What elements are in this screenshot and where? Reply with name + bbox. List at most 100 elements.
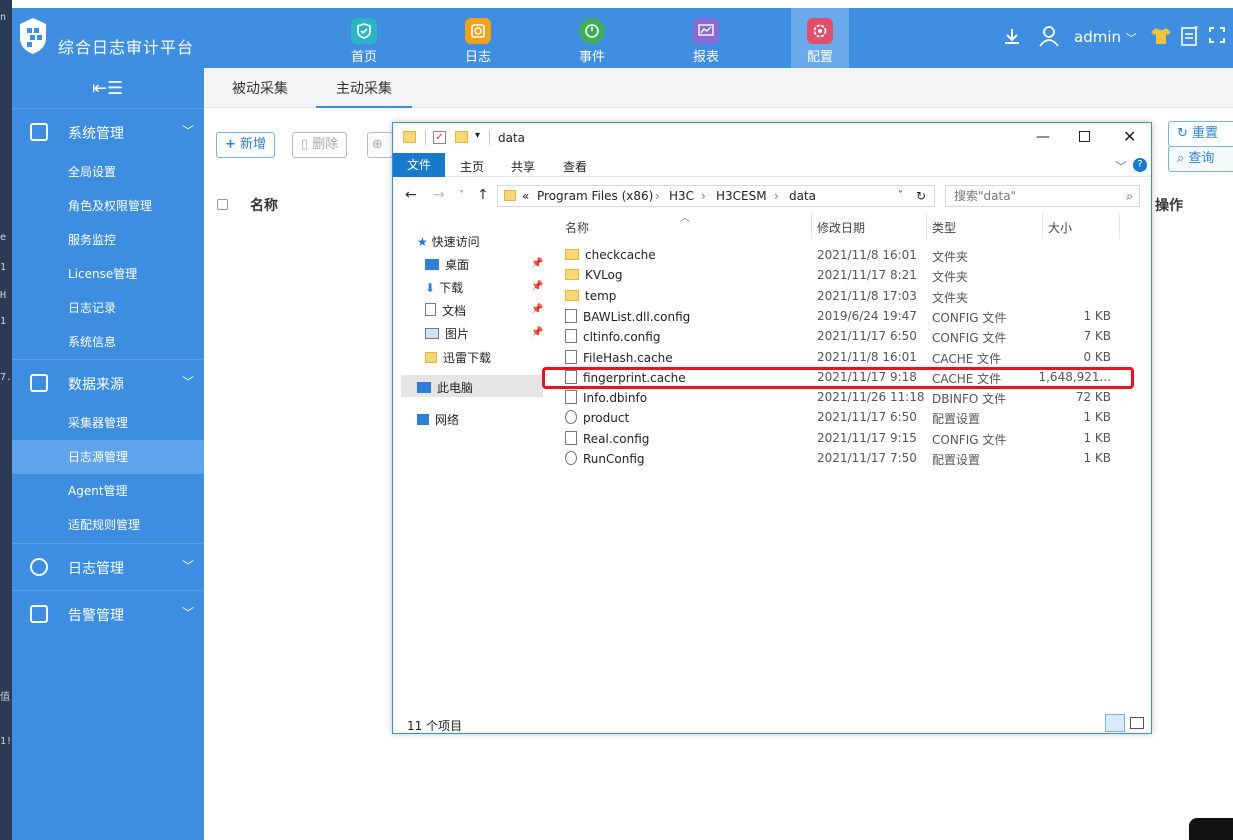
tree-pictures[interactable]: 图片	[425, 325, 469, 342]
address-bar[interactable]: « Program Files (x86) › H3C › H3CESM › d…	[497, 185, 935, 207]
tree-desktop[interactable]: 桌面	[425, 256, 469, 273]
breadcrumb-h3c[interactable]: H3C	[669, 186, 694, 206]
details-view-icon[interactable]	[1105, 714, 1125, 732]
nav-report[interactable]: 报表	[677, 8, 735, 68]
file-row[interactable]: product 2021/11/17 6:50 配置设置 1 KB	[563, 407, 1133, 427]
nav-config[interactable]: 配置	[791, 8, 849, 68]
file-row[interactable]: FileHash.cache 2021/11/8 16:01 CACHE 文件 0 K…	[563, 347, 1133, 367]
file-date: 2021/11/17 8:21	[817, 268, 917, 283]
help-document-icon[interactable]: ?	[1180, 24, 1200, 48]
file-row[interactable]: BAWList.dll.config 2019/6/24 19:47 CONFIG …	[563, 306, 1133, 326]
theme-shirt-icon[interactable]	[1150, 26, 1172, 46]
upload-button[interactable]: ⊕	[367, 132, 393, 158]
recent-locations-icon[interactable]: ˅	[459, 190, 464, 201]
menu-collapse-icon[interactable]: ⇤☰	[92, 78, 123, 99]
tree-network[interactable]: 网络	[417, 411, 459, 428]
file-name: BAWList.dll.config	[583, 309, 691, 324]
breadcrumb-data[interactable]: data	[789, 186, 816, 206]
sidebar-item-adapter-rules[interactable]: 适配规则管理	[12, 508, 204, 542]
breadcrumb-overflow[interactable]: «	[522, 186, 529, 206]
customize-toolbar-icon[interactable]: ▾	[475, 130, 480, 141]
file-size: 1 KB	[1083, 451, 1111, 465]
column-name[interactable]: 名称	[565, 219, 589, 236]
network-icon	[417, 414, 429, 425]
nav-log[interactable]: 日志	[449, 8, 507, 68]
file-date: 2019/6/24 19:47	[817, 308, 917, 323]
pin-icon[interactable]: 📌	[531, 281, 543, 292]
minimize-icon[interactable]: —	[1036, 129, 1050, 145]
sidebar-item-license[interactable]: License管理	[12, 257, 204, 291]
file-row[interactable]: KVLog 2021/11/17 8:21 文件夹	[563, 265, 1133, 285]
pin-icon[interactable]: 📌	[531, 304, 543, 315]
file-type: CONFIG 文件	[932, 432, 1007, 447]
sidebar-item-agent[interactable]: Agent管理	[12, 474, 204, 508]
sidebar-section-alarm[interactable]: 告警管理 ﹀	[12, 590, 204, 636]
explorer-title-bar[interactable]: ✓ ▾ data — ✕	[393, 123, 1151, 153]
tree-documents[interactable]: 文档	[425, 302, 466, 319]
column-name-header: 名称	[250, 198, 278, 214]
pin-icon[interactable]: 📌	[531, 327, 543, 338]
search-input[interactable]: 搜索"data" ⌕	[945, 185, 1140, 207]
ribbon-expand-icon[interactable]: ﹀	[1115, 158, 1127, 175]
chevron-down-icon: ﹀	[1125, 32, 1137, 45]
breadcrumb-separator: ›	[655, 189, 660, 203]
tab-passive-collection[interactable]: 被动采集	[232, 78, 288, 98]
file-explorer-window[interactable]: ✓ ▾ data — ✕ 文件 主页 共享 查看 ﹀ ? ← → ˅ ↑ « P…	[392, 122, 1152, 734]
query-button[interactable]: ⌕ 查询	[1168, 146, 1233, 172]
status-item-count: 11 个项目	[407, 719, 463, 733]
add-button[interactable]: + 新增	[216, 132, 276, 158]
sidebar-item-service-monitor[interactable]: 服务监控	[12, 223, 204, 257]
ribbon-tab-view[interactable]: 查看	[563, 158, 587, 175]
file-row[interactable]: Real.config 2021/11/17 9:15 CONFIG 文件 1 KB	[563, 428, 1133, 448]
up-arrow-icon[interactable]: ↑	[477, 187, 489, 203]
sidebar-item-global-settings[interactable]: 全局设置	[12, 155, 204, 189]
sidebar-item-log-source[interactable]: 日志源管理	[12, 440, 204, 474]
sidebar-section-system[interactable]: 系统管理 ﹀	[12, 108, 204, 154]
user-icon[interactable]	[1038, 24, 1060, 48]
sidebar-item-log-records[interactable]: 日志记录	[12, 291, 204, 325]
column-type[interactable]: 类型	[932, 219, 956, 236]
new-folder-icon[interactable]	[455, 131, 468, 143]
close-icon[interactable]: ✕	[1123, 127, 1136, 146]
column-date[interactable]: 修改日期	[817, 219, 865, 236]
file-row[interactable]: Info.dbinfo 2021/11/26 11:18 DBINFO 文件 72 K…	[563, 387, 1133, 407]
tree-quick-access[interactable]: ★ 快速访问	[417, 233, 480, 250]
sidebar-item-roles[interactable]: 角色及权限管理	[12, 189, 204, 223]
sidebar-item-system-info[interactable]: 系统信息	[12, 325, 204, 359]
sidebar-section-log-management[interactable]: 日志管理 ﹀	[12, 543, 204, 589]
ribbon-tab-share[interactable]: 共享	[511, 158, 535, 175]
select-all-checkbox[interactable]	[217, 199, 228, 210]
chevron-down-icon[interactable]: ˅	[898, 186, 903, 206]
tree-downloads[interactable]: ⬇ 下载	[425, 279, 463, 296]
help-icon[interactable]: ?	[1133, 158, 1147, 172]
user-name[interactable]: admin ﹀	[1074, 28, 1137, 46]
maximize-icon[interactable]	[1079, 131, 1090, 142]
file-row[interactable]: temp 2021/11/8 17:03 文件夹	[563, 286, 1133, 306]
ribbon-tab-file[interactable]: 文件	[393, 153, 445, 177]
refresh-icon[interactable]: ↻	[916, 186, 926, 206]
tree-thunder-downloads[interactable]: 迅雷下载	[425, 349, 491, 366]
tree-this-pc[interactable]: 此电脑	[417, 379, 473, 396]
file-row[interactable]: cltinfo.config 2021/11/17 6:50 CONFIG 文件 7 …	[563, 326, 1133, 346]
back-arrow-icon[interactable]: ←	[405, 187, 417, 203]
large-icons-view-icon[interactable]	[1130, 717, 1144, 729]
delete-button[interactable]: ▯ 删除	[292, 132, 348, 158]
file-row[interactable]: RunConfig 2021/11/17 7:50 配置设置 1 KB	[563, 448, 1133, 468]
sidebar-section-data-source[interactable]: 数据来源 ﹀	[12, 359, 204, 405]
column-size[interactable]: 大小	[1048, 219, 1072, 236]
forward-arrow-icon[interactable]: →	[433, 187, 445, 203]
properties-check-icon[interactable]: ✓	[433, 131, 446, 144]
tab-active-collection[interactable]: 主动采集	[316, 78, 412, 108]
reset-button[interactable]: ↻ 重置	[1168, 121, 1233, 147]
nav-event[interactable]: 事件	[563, 8, 621, 68]
search-icon: ⌕	[1126, 189, 1133, 203]
sidebar-item-collector[interactable]: 采集器管理	[12, 406, 204, 440]
nav-home[interactable]: 首页	[335, 8, 393, 68]
pin-icon[interactable]: 📌	[531, 258, 543, 269]
breadcrumb-h3cesm[interactable]: H3CESM	[716, 186, 767, 206]
breadcrumb-program-files[interactable]: Program Files (x86)	[537, 186, 653, 206]
file-row[interactable]: checkcache 2021/11/8 16:01 文件夹	[563, 245, 1133, 265]
ribbon-tab-home[interactable]: 主页	[460, 158, 484, 175]
fullscreen-icon[interactable]	[1208, 26, 1226, 44]
download-icon[interactable]	[1002, 26, 1022, 46]
